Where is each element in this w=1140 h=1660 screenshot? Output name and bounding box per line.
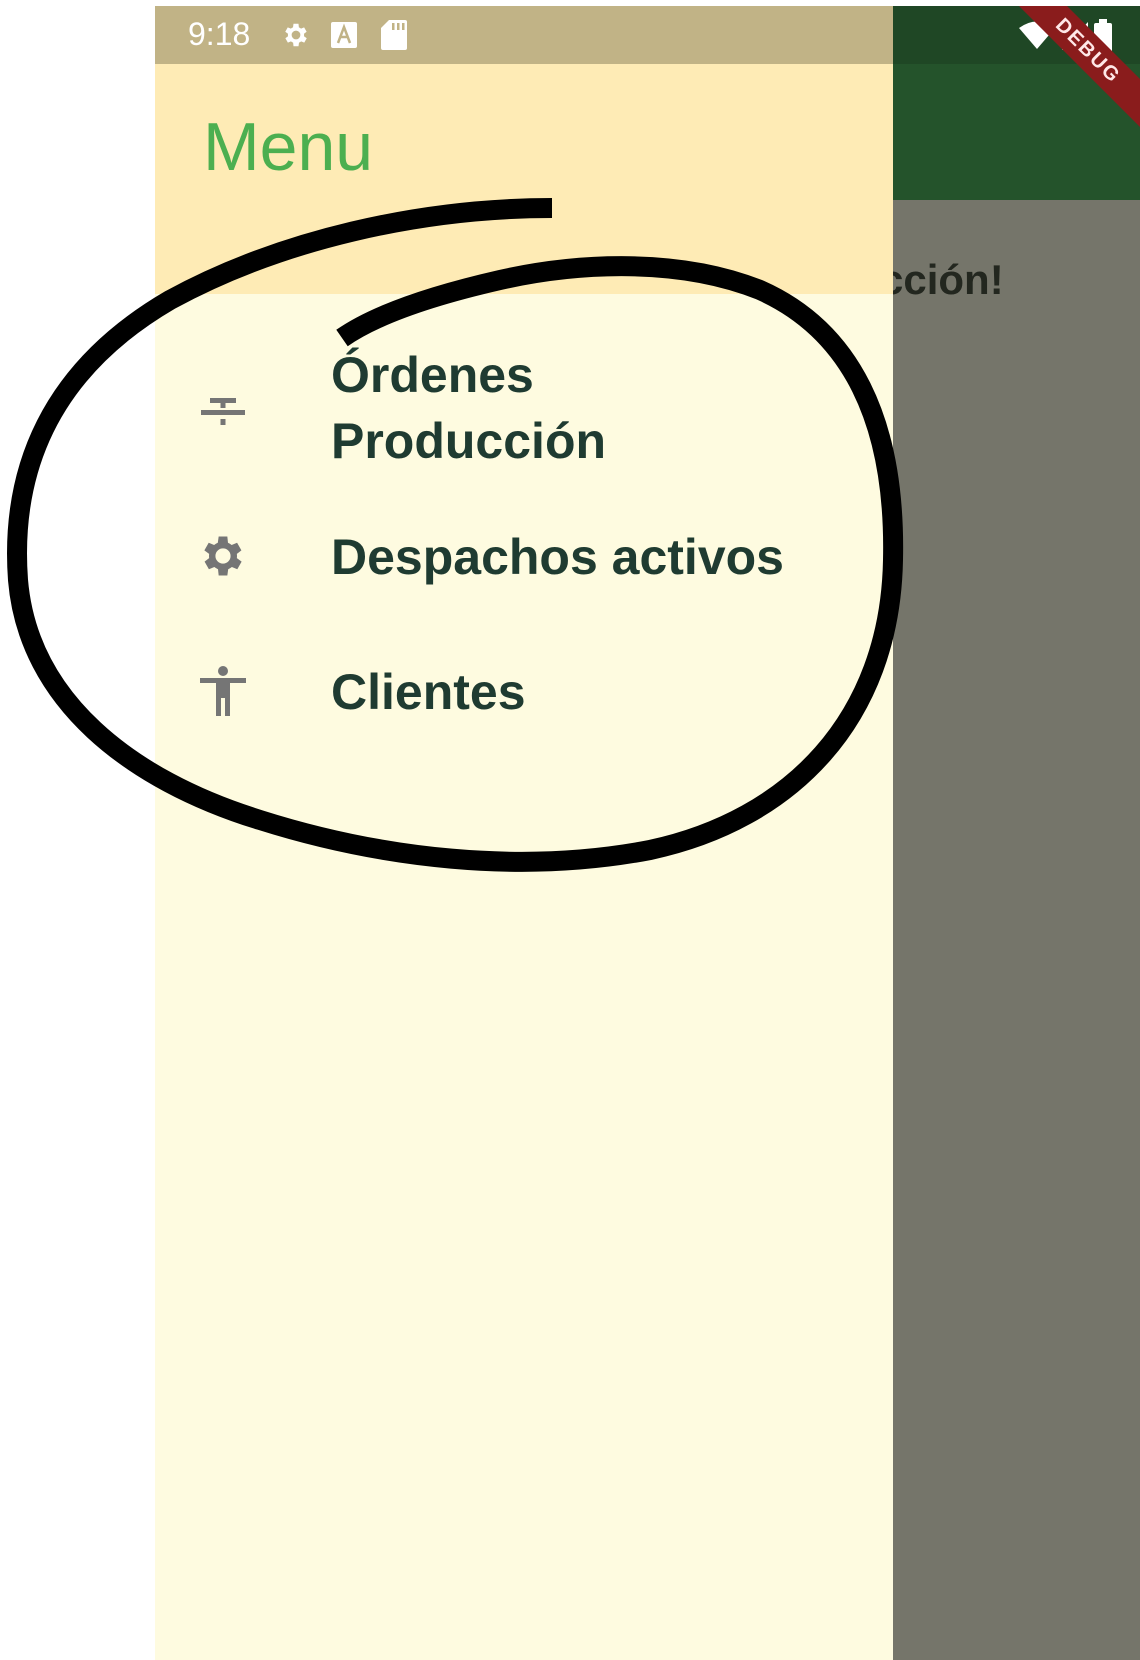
- app-body-text: cción!: [880, 256, 1004, 303]
- drawer-status-bar: 9:18: [155, 6, 893, 64]
- gear-icon: [285, 23, 307, 47]
- menu-item-label: Despachos activos: [331, 529, 784, 585]
- sd-card-icon: [381, 20, 407, 50]
- menu-item-despachos-activos[interactable]: Despachos activos: [155, 506, 893, 606]
- navigation-drawer: 9:18 Menu Órdenes Producción Despachos a…: [155, 6, 893, 1660]
- gear-icon: [195, 528, 251, 584]
- phone-screen: cción! DEBUG 9:18 Menu Órdenes Producció…: [155, 6, 1140, 1660]
- menu-item-ordenes-produccion[interactable]: Órdenes Producción: [155, 338, 893, 486]
- strikethrough-icon: [195, 384, 251, 440]
- drawer-title: Menu: [203, 109, 374, 185]
- menu-item-label: Clientes: [331, 664, 526, 720]
- menu-item-label: Órdenes Producción: [331, 347, 607, 469]
- menu-item-clientes[interactable]: Clientes: [155, 641, 893, 741]
- status-time: 9:18: [188, 16, 251, 52]
- a-icon: [331, 22, 357, 48]
- accessibility-icon: [195, 663, 251, 719]
- drawer-header: Menu: [155, 64, 893, 294]
